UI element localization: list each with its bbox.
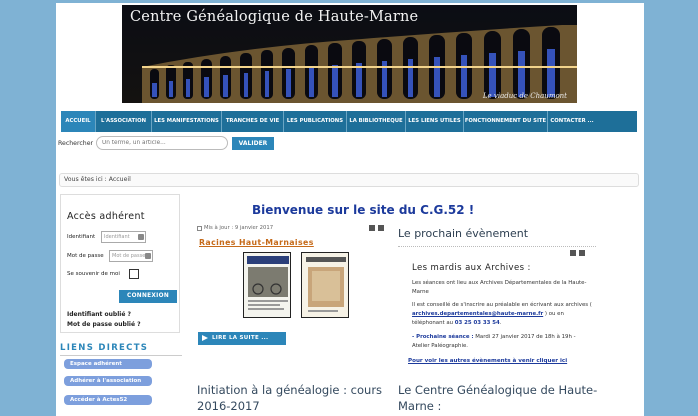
password-placeholder: Mot de passe [112, 253, 146, 259]
initiation-heading[interactable]: Initiation à la généalogie : cours 2016-… [197, 382, 397, 414]
search-label: Rechercher [58, 140, 94, 147]
user-card-icon [138, 234, 144, 240]
calendar-icon [197, 226, 202, 231]
archives-phone: 03 25 03 33 54 [454, 320, 500, 326]
username-label: Identifiant [67, 234, 96, 240]
nav-item-contacter[interactable]: CONTACTER ... [548, 111, 596, 132]
event-title: Les mardis aux Archives : [412, 263, 531, 273]
main-nav: ACCUEIL L'ASSOCIATION LES MANIFESTATIONS… [61, 111, 637, 132]
password-field[interactable]: Mot de passe [109, 250, 153, 262]
print-icon[interactable] [369, 225, 375, 231]
username-placeholder: Identifiant [104, 234, 130, 240]
signup-text-a: Il est conseillé de s'inscrire au préala… [412, 302, 592, 308]
link-adherer[interactable]: Adhérer à l'association [64, 376, 152, 386]
read-more-button[interactable]: LIRE LA SUITE ... [198, 332, 286, 345]
remember-checkbox[interactable] [129, 269, 139, 279]
archives-email-link[interactable]: archives.departementales@haute-marne.fr [412, 311, 543, 317]
password-card-icon [145, 253, 151, 259]
password-label: Mot de passe [67, 253, 104, 259]
more-events-link[interactable]: Pour voir les autres évènements à venir … [408, 358, 567, 364]
login-panel: Accès adhérent Identifiant Identifiant M… [60, 194, 180, 333]
banner-caption: Le viaduc de Chaumont [482, 92, 567, 100]
event-location-text: Les séances ont lieu aux Archives Départ… [412, 280, 587, 295]
nav-item-tranches-de-vie[interactable]: TRANCHES DE VIE [222, 111, 284, 132]
event-print-icon[interactable] [570, 250, 576, 256]
event-signup-text: Il est conseillé de s'inscrire au préala… [412, 301, 594, 328]
site-title: Centre Généalogique de Haute-Marne [130, 9, 419, 25]
forgot-password-link[interactable]: Mot de passe oublié ? [67, 321, 141, 328]
remember-label: Se souvenir de moi [67, 271, 120, 277]
username-field[interactable]: Identifiant [101, 231, 146, 243]
signup-text-c: . [499, 320, 502, 326]
update-date: Mis à jour : 9 janvier 2017 [204, 225, 274, 231]
next-event-heading: Le prochain évènement [398, 227, 529, 240]
welcome-heading: Bienvenue sur le site du C.G.52 ! [252, 203, 475, 217]
direct-links-title: LIENS DIRECTS [60, 343, 149, 353]
nav-item-bibliotheque[interactable]: LA BIBLIOTHEQUE [347, 111, 406, 132]
connect-button[interactable]: CONNEXION [119, 290, 177, 303]
magazine-cover-1[interactable] [243, 252, 291, 318]
forgot-username-link[interactable]: Identifiant oublié ? [67, 311, 131, 318]
header-banner[interactable]: Centre Généalogique de Haute-Marne Le vi… [122, 5, 577, 103]
login-title: Accès adhérent [67, 211, 145, 222]
link-espace-adherent[interactable]: Espace adhérent [64, 359, 152, 369]
nav-item-manifestations[interactable]: LES MANIFESTATIONS [152, 111, 222, 132]
event-email-icon[interactable] [579, 250, 585, 256]
cgh-heading[interactable]: Le Centre Généalogique de Haute-Marne : [398, 382, 598, 414]
magazine-cover-2[interactable] [301, 252, 349, 318]
breadcrumb: Vous êtes ici : Accueil [59, 173, 639, 187]
article-link[interactable]: Racines Haut-Marnaises [199, 238, 314, 247]
nav-item-publications[interactable]: LES PUBLICATIONS [284, 111, 347, 132]
link-actes52[interactable]: Accéder à Actes52 [64, 395, 152, 405]
nav-item-association[interactable]: L'ASSOCIATION [96, 111, 152, 132]
search-input[interactable] [96, 136, 228, 150]
direct-links-divider [60, 355, 182, 356]
next-session-text: - Prochaine séance : Mardi 27 janvier 20… [412, 333, 594, 351]
email-icon[interactable] [378, 225, 384, 231]
page: Centre Généalogique de Haute-Marne Le vi… [56, 3, 644, 416]
nav-item-fonctionnement[interactable]: FONCTIONNEMENT DU SITE [464, 111, 548, 132]
next-session-label: - Prochaine séance : [412, 334, 474, 340]
nav-item-accueil[interactable]: ACCUEIL [61, 111, 96, 132]
nav-item-liens-utiles[interactable]: LES LIENS UTILES [406, 111, 464, 132]
search-submit-button[interactable]: VALIDER [232, 137, 274, 150]
